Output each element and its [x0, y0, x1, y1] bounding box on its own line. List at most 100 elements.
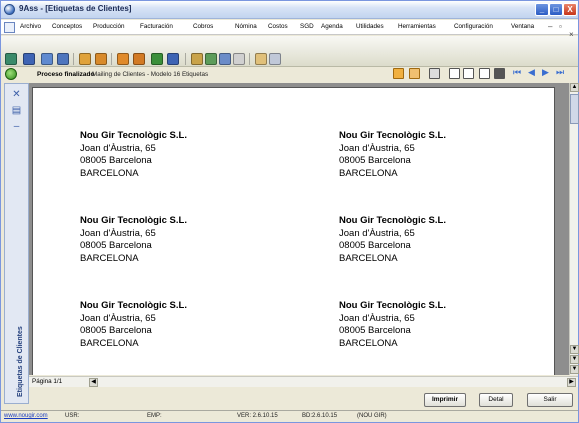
label-city: BARCELONA: [339, 252, 398, 264]
label-postal: 08005 Barcelona: [339, 155, 411, 166]
scroll-page-down-icon[interactable]: ▼: [570, 355, 579, 364]
address-label: Nou Gir Tecnològic S.L. Joan d'Àustria, …: [80, 215, 187, 265]
label-city: BARCELONA: [80, 167, 139, 179]
toolbar-separator: [73, 53, 74, 65]
label-postal: 08005 Barcelona: [80, 155, 152, 166]
title-bar[interactable]: 9Ass - [Etiquetas de Clientes] _ □ X: [1, 1, 578, 19]
report-preview: Nou Gir Tecnològic S.L. Joan d'Àustria, …: [29, 83, 569, 375]
menu-agenda[interactable]: Agenda: [321, 23, 343, 30]
scroll-left-icon[interactable]: ◀: [89, 378, 98, 387]
menu-configuracion[interactable]: Configuración: [454, 23, 493, 30]
label-postal: 08005 Barcelona: [80, 325, 152, 336]
label-company: Nou Gir Tecnològic S.L.: [339, 130, 446, 141]
status-user: USR:: [65, 413, 80, 419]
menu-costos[interactable]: Costos: [268, 23, 288, 30]
maximize-button[interactable]: □: [549, 3, 563, 16]
mdi-maximize-button[interactable]: ▫: [559, 22, 562, 31]
menu-conceptos[interactable]: Conceptos: [52, 23, 82, 30]
window-icon[interactable]: [219, 53, 231, 65]
menu-archivo[interactable]: Archivo: [20, 23, 41, 30]
label-city: BARCELONA: [80, 252, 139, 264]
first-page-icon[interactable]: ⏮: [513, 67, 521, 78]
status-version: VER: 2.6.10.15: [237, 413, 278, 419]
chart-icon[interactable]: [133, 53, 145, 65]
folder-icon[interactable]: [23, 53, 35, 65]
menu-produccion[interactable]: Producción: [93, 23, 125, 30]
toolbar-separator: [185, 53, 186, 65]
folder-open-icon[interactable]: [79, 53, 91, 65]
report-icon[interactable]: [117, 53, 129, 65]
label-street: Joan d'Àustria, 65: [80, 312, 156, 324]
close-panel-icon[interactable]: ✕: [10, 88, 23, 101]
detail-button[interactable]: Detal: [479, 393, 513, 407]
address-label: Nou Gir Tecnològic S.L. Joan d'Àustria, …: [339, 300, 446, 350]
toolbar-separator: [111, 53, 112, 65]
users-icon[interactable]: [167, 53, 179, 65]
document-icon[interactable]: [4, 22, 15, 33]
save-icon[interactable]: [5, 53, 17, 65]
menu-sgd[interactable]: SGD: [300, 23, 314, 30]
print-button[interactable]: Imprimir: [424, 393, 466, 407]
website-link[interactable]: www.nougir.com: [4, 413, 48, 419]
label-postal: 08005 Barcelona: [339, 240, 411, 251]
collapse-icon[interactable]: –: [10, 120, 23, 133]
label-street: Joan d'Àustria, 65: [80, 142, 156, 154]
menu-nomina[interactable]: Nómina: [235, 23, 257, 30]
previous-page-icon[interactable]: ◀: [528, 67, 535, 78]
menu-herramientas[interactable]: Herramientas: [398, 23, 436, 30]
menu-cobros[interactable]: Cobros: [193, 23, 213, 30]
multi-page-icon[interactable]: [494, 68, 505, 79]
label-city: BARCELONA: [339, 337, 398, 349]
scroll-down-icon[interactable]: ▼: [570, 345, 579, 354]
tab-icon[interactable]: ▤: [10, 104, 23, 117]
scroll-right-icon[interactable]: ▶: [567, 378, 576, 387]
window-title: 9Ass - [Etiquetas de Clientes]: [19, 4, 132, 13]
minimize-button[interactable]: _: [535, 3, 549, 16]
vertical-scrollbar[interactable]: ▲ ▼ ▼ ▼: [569, 83, 579, 375]
zoom-icon[interactable]: [429, 68, 440, 79]
next-page-icon[interactable]: ▶: [542, 67, 549, 78]
single-page-icon[interactable]: [449, 68, 460, 79]
vertical-tab-label[interactable]: Etiquetas de Clientes: [7, 326, 27, 399]
label-street: Joan d'Àustria, 65: [339, 227, 415, 239]
close-button[interactable]: X: [563, 3, 577, 16]
label-company: Nou Gir Tecnològic S.L.: [80, 130, 187, 141]
folder-yellow-icon[interactable]: [95, 53, 107, 65]
settings-icon[interactable]: [205, 53, 217, 65]
app-window: 9Ass - [Etiquetas de Clientes] _ □ X Arc…: [0, 0, 579, 423]
export-icon[interactable]: [393, 68, 404, 79]
last-page-icon[interactable]: ⏭: [556, 67, 564, 78]
help-icon[interactable]: [269, 53, 281, 65]
label-street: Joan d'Àustria, 65: [339, 142, 415, 154]
status-company: EMP:: [147, 413, 162, 419]
app-icon[interactable]: [4, 4, 15, 15]
address-label: Nou Gir Tecnològic S.L. Joan d'Àustria, …: [339, 130, 446, 180]
address-label: Nou Gir Tecnològic S.L. Joan d'Àustria, …: [80, 130, 187, 180]
print-setup-icon[interactable]: [409, 68, 420, 79]
two-pages-icon[interactable]: [463, 68, 474, 79]
mail-icon[interactable]: [255, 53, 267, 65]
document-icon[interactable]: [41, 53, 53, 65]
process-status-icon: [5, 68, 17, 80]
report-subtitle: Mailing de Clientes - Modelo 16 Etiqueta…: [92, 71, 209, 78]
list-icon[interactable]: [57, 53, 69, 65]
label-postal: 08005 Barcelona: [339, 325, 411, 336]
label-street: Joan d'Àustria, 65: [80, 227, 156, 239]
scroll-up-icon[interactable]: ▲: [570, 83, 579, 92]
mdi-minimize-button[interactable]: –: [548, 22, 552, 31]
scroll-thumb[interactable]: [570, 94, 579, 124]
scroll-end-icon[interactable]: ▼: [570, 365, 579, 374]
process-status-text: Proceso finalizado: [37, 71, 95, 78]
menu-facturacion[interactable]: Facturación: [140, 23, 173, 30]
menu-ventana[interactable]: Ventana: [511, 23, 534, 30]
fit-page-icon[interactable]: [479, 68, 490, 79]
calendar-icon[interactable]: [151, 53, 163, 65]
exit-button[interactable]: Salir: [527, 393, 573, 407]
label-company: Nou Gir Tecnològic S.L.: [339, 215, 446, 226]
address-label: Nou Gir Tecnològic S.L. Joan d'Àustria, …: [80, 300, 187, 350]
dropdown-icon[interactable]: [233, 53, 245, 65]
menu-utilidades[interactable]: Utilidades: [356, 23, 384, 30]
label-city: BARCELONA: [80, 337, 139, 349]
tools-icon[interactable]: [191, 53, 203, 65]
preview-page: Nou Gir Tecnològic S.L. Joan d'Àustria, …: [32, 87, 555, 375]
